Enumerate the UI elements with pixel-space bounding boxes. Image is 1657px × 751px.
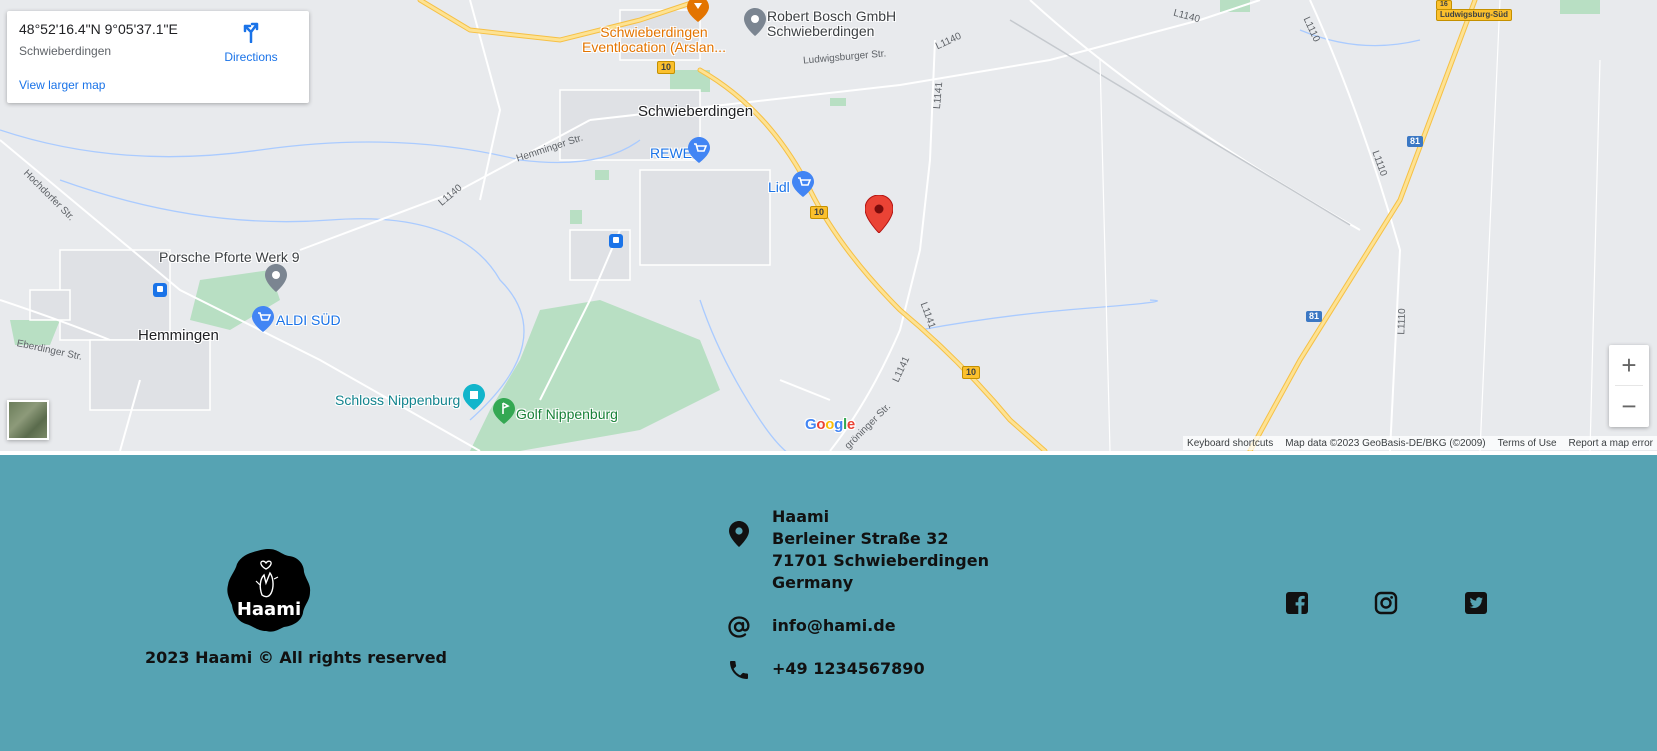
location-pin-icon (726, 521, 752, 547)
twitter-icon[interactable] (1464, 591, 1488, 615)
phone-link[interactable]: +49 1234567890 (772, 658, 925, 680)
address-row: Haami Berleiner Straße 32 71701 Schwiebe… (726, 507, 989, 592)
instagram-icon[interactable] (1374, 591, 1398, 615)
google-logo: Google (805, 416, 855, 433)
label-golf[interactable]: Golf Nippenburg (516, 406, 618, 422)
phone-row: +49 1234567890 (726, 658, 925, 684)
place-name: Schwieberdingen (19, 44, 112, 58)
phone-icon (726, 658, 752, 684)
label-bosch-line1: Robert Bosch GmbH (767, 8, 897, 24)
shield-ludwigsburg-sued: Ludwigsburg-Süd (1436, 9, 1512, 21)
google-logo-letter: o (825, 416, 835, 433)
google-logo-letter: e (846, 416, 855, 433)
google-logo-letter: g (834, 416, 843, 433)
google-logo-letter: o (816, 416, 826, 433)
label-event-line1: Schwieberdingen (600, 24, 708, 40)
site-footer: Haami 2023 Haami © All rights reserved H… (0, 455, 1657, 751)
location-pin-icon[interactable] (265, 264, 287, 292)
label-eventlocation[interactable]: Schwieberdingen Eventlocation (Arslan... (582, 25, 726, 55)
email-row: info@hami.de (726, 615, 896, 641)
label-hemmingen: Hemmingen (138, 327, 219, 344)
haami-logo[interactable]: Haami (226, 547, 312, 633)
label-bosch[interactable]: Robert Bosch GmbH Schwieberdingen (767, 9, 896, 39)
map-info-card: 48°52'16.4"N 9°05'37.1"E Schwieberdingen… (7, 11, 309, 103)
landmark-icon[interactable] (463, 384, 485, 410)
label-lidl[interactable]: Lidl (768, 179, 790, 195)
shopping-cart-icon[interactable] (792, 171, 814, 197)
transit-icon[interactable] (153, 283, 167, 297)
address-city: 71701 Schwieberdingen (772, 551, 989, 570)
directions-label: Directions (224, 50, 278, 64)
label-schloss[interactable]: Schloss Nippenburg (335, 392, 460, 408)
terms-of-use-link[interactable]: Terms of Use (1498, 438, 1557, 449)
label-schwieberdingen: Schwieberdingen (638, 103, 754, 120)
satellite-layer-toggle[interactable] (7, 400, 49, 440)
directions-icon (243, 22, 259, 44)
zoom-in-button[interactable]: + (1609, 345, 1649, 385)
coordinates-text: 48°52'16.4"N 9°05'37.1"E (19, 21, 178, 37)
zoom-control: + − (1609, 345, 1649, 427)
shield-81-b: 81 (1306, 311, 1323, 322)
transit-icon[interactable] (609, 234, 623, 248)
address-country: Germany (772, 573, 854, 592)
keyboard-shortcuts-link[interactable]: Keyboard shortcuts (1187, 438, 1273, 449)
shopping-cart-icon[interactable] (688, 137, 710, 163)
logo-badge (227, 549, 311, 632)
golf-icon[interactable] (493, 398, 515, 424)
facebook-icon[interactable] (1285, 591, 1309, 615)
label-bosch-line2: Schwieberdingen (767, 23, 875, 39)
label-rewe[interactable]: REWE (650, 145, 692, 161)
embedded-map[interactable]: Schwieberdingen Hemmingen Porsche Pforte… (0, 0, 1657, 451)
map-marker-icon[interactable] (865, 195, 893, 233)
shopping-cart-icon[interactable] (252, 306, 274, 332)
address-block: Haami Berleiner Straße 32 71701 Schwiebe… (772, 506, 989, 594)
location-pin-icon[interactable] (744, 8, 766, 36)
label-event-line2: Eventlocation (Arslan... (582, 39, 726, 55)
label-l1110-c: L1110 (1396, 308, 1409, 335)
address-street: Berleiner Straße 32 (772, 529, 949, 548)
report-map-error-link[interactable]: Report a map error (1569, 438, 1653, 449)
label-porsche[interactable]: Porsche Pforte Werk 9 (159, 249, 300, 265)
logo-text: Haami (236, 599, 302, 620)
address-name: Haami (772, 507, 830, 526)
view-larger-map-link[interactable]: View larger map (19, 78, 105, 92)
shield-10-a: 10 (657, 61, 676, 74)
copyright-text: 2023 Haami © All rights reserved (145, 648, 448, 667)
google-logo-letter: G (805, 416, 817, 433)
at-sign-icon (726, 615, 752, 641)
directions-button[interactable]: Directions (221, 21, 281, 64)
label-l1141-a: L1141 (931, 81, 946, 110)
label-aldi[interactable]: ALDI SÜD (276, 312, 341, 328)
landmark-icon[interactable] (687, 0, 709, 22)
map-data-text: Map data ©2023 GeoBasis-DE/BKG (©2009) (1285, 437, 1486, 449)
shield-10-c: 10 (962, 366, 981, 379)
email-link[interactable]: info@hami.de (772, 615, 896, 637)
shield-10-b: 10 (810, 206, 829, 219)
zoom-out-button[interactable]: − (1609, 386, 1649, 426)
map-attribution-bar: Keyboard shortcuts Map data ©2023 GeoBas… (1183, 436, 1657, 450)
shield-81-a: 81 (1407, 136, 1424, 147)
